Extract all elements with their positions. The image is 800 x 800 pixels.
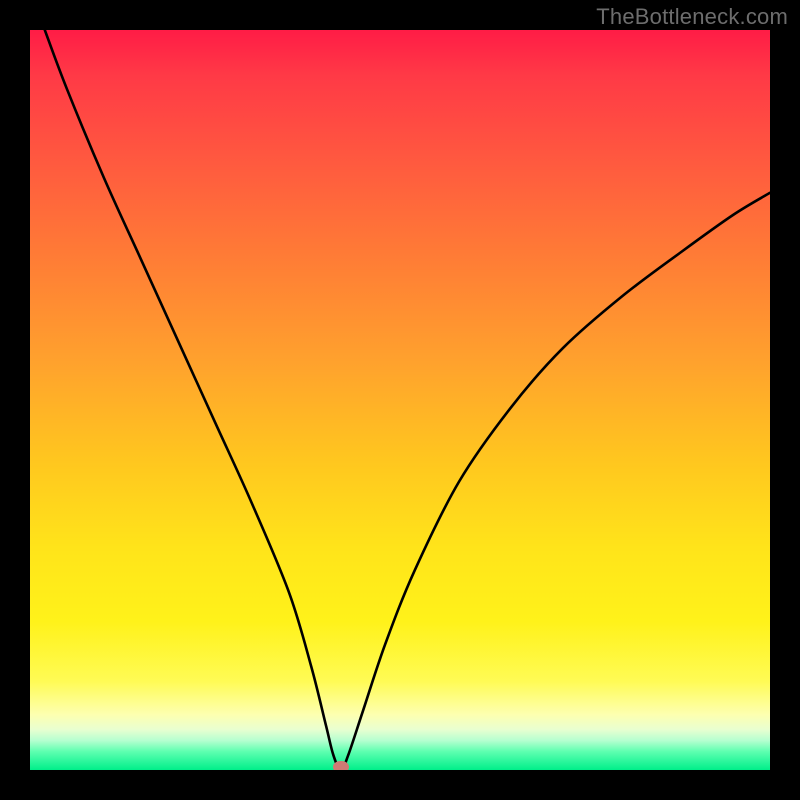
watermark-text: TheBottleneck.com (596, 4, 788, 30)
plot-area (30, 30, 770, 770)
curve-path (45, 30, 770, 770)
chart-frame: TheBottleneck.com (0, 0, 800, 800)
bottleneck-curve (30, 30, 770, 770)
optimum-marker (333, 761, 349, 770)
